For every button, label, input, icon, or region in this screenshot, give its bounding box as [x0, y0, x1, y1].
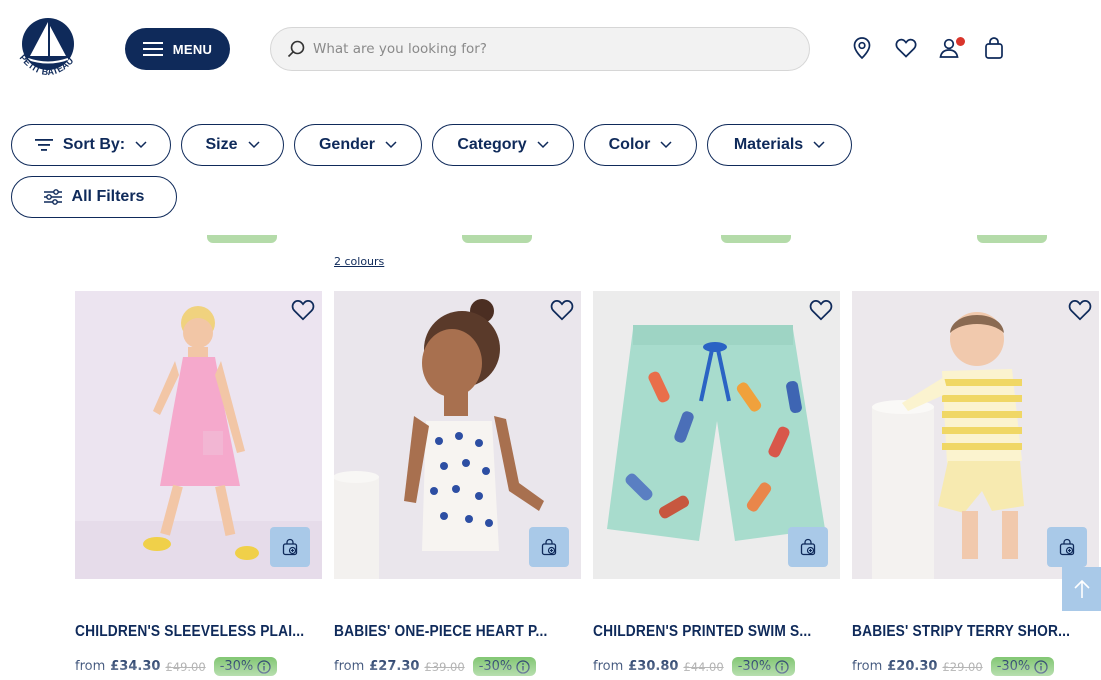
current-price: £30.80 [628, 659, 679, 674]
arrow-up-icon [1073, 579, 1090, 598]
current-price: £20.30 [887, 659, 938, 674]
color-filter-chip[interactable]: Color [584, 124, 697, 166]
site-header: PETIT BATEAU MENU [0, 0, 1101, 100]
product-card[interactable]: BABIES' ONE-PIECE HEART P... from £27.30… [334, 291, 581, 680]
original-price: £39.00 [424, 659, 465, 674]
chevron-down-icon [813, 141, 825, 149]
product-title[interactable]: BABIES' ONE-PIECE HEART P... [334, 623, 547, 641]
product-title[interactable]: CHILDREN'S SLEEVELESS PLAI... [75, 623, 304, 641]
product-card[interactable]: CHILDREN'S SLEEVELESS PLAI... from £34.3… [75, 291, 322, 680]
materials-filter-label: Materials [733, 136, 804, 153]
wishlist-heart-icon[interactable] [808, 297, 834, 323]
menu-button[interactable]: MENU [125, 28, 230, 70]
info-icon [1034, 659, 1048, 674]
info-icon [775, 659, 789, 674]
price-from-label: from [75, 659, 106, 674]
price-from-label: from [334, 659, 365, 674]
color-filter-label: Color [608, 136, 651, 153]
add-to-bag-button[interactable] [270, 527, 310, 567]
back-to-top-button[interactable] [1062, 567, 1101, 611]
discount-badge[interactable]: -30% [472, 657, 537, 676]
sliders-icon [43, 189, 62, 205]
original-price: £29.00 [942, 659, 983, 674]
bag-plus-icon [1059, 538, 1075, 556]
wishlist-heart-icon[interactable] [1067, 297, 1093, 323]
location-icon[interactable] [850, 36, 874, 60]
chevron-down-icon [660, 141, 672, 149]
add-to-bag-button[interactable] [788, 527, 828, 567]
sort-by-label: Sort By: [62, 136, 126, 153]
price-from-label: from [593, 659, 624, 674]
size-filter-chip[interactable]: Size [181, 124, 284, 166]
add-to-bag-button[interactable] [529, 527, 569, 567]
gender-filter-label: Gender [318, 136, 375, 153]
chevron-down-icon [385, 141, 397, 149]
size-filter-label: Size [205, 136, 238, 153]
discount-value: -30% [996, 659, 1031, 674]
chevron-down-icon [537, 141, 549, 149]
hamburger-icon [142, 42, 163, 56]
colours-link[interactable]: 2 colours [334, 255, 384, 268]
product-price: from £27.30 £39.00 -30% [334, 657, 537, 676]
search-icon [287, 40, 305, 58]
chevron-down-icon [247, 141, 260, 149]
brand-logo[interactable]: PETIT BATEAU [8, 10, 88, 88]
bag-plus-icon [541, 538, 557, 556]
search-bar[interactable] [270, 27, 810, 71]
sort-icon [34, 139, 53, 151]
product-title[interactable]: BABIES' STRIPY TERRY SHOR... [852, 623, 1070, 641]
discount-badge[interactable]: -30% [990, 657, 1055, 676]
product-price: from £20.30 £29.00 -30% [852, 657, 1055, 676]
discount-value: -30% [219, 659, 254, 674]
wishlist-heart-icon[interactable] [549, 297, 575, 323]
previous-row-discount-peek [207, 235, 277, 243]
discount-value: -30% [478, 659, 513, 674]
category-filter-chip[interactable]: Category [432, 124, 574, 166]
bag-icon[interactable] [982, 36, 1006, 60]
original-price: £49.00 [165, 659, 206, 674]
product-title[interactable]: CHILDREN'S PRINTED SWIM S... [593, 623, 811, 641]
chevron-down-icon [135, 141, 147, 149]
add-to-bag-button[interactable] [1047, 527, 1087, 567]
discount-value: -30% [737, 659, 772, 674]
materials-filter-chip[interactable]: Materials [707, 124, 852, 166]
category-filter-label: Category [457, 136, 527, 153]
previous-row-discount-peek [977, 235, 1047, 243]
notification-dot [956, 37, 965, 46]
gender-filter-chip[interactable]: Gender [294, 124, 422, 166]
current-price: £27.30 [369, 659, 420, 674]
bag-plus-icon [800, 538, 816, 556]
info-icon [257, 659, 271, 674]
product-card[interactable]: BABIES' STRIPY TERRY SHOR... from £20.30… [852, 291, 1099, 680]
heart-icon[interactable] [894, 36, 918, 60]
menu-label: MENU [172, 41, 213, 57]
discount-badge[interactable]: -30% [213, 657, 278, 676]
sort-by-chip[interactable]: Sort By: [11, 124, 171, 166]
all-filters-label: All Filters [71, 188, 145, 205]
current-price: £34.30 [110, 659, 161, 674]
bag-plus-icon [282, 538, 298, 556]
previous-row-discount-peek [462, 235, 532, 243]
product-price: from £34.30 £49.00 -30% [75, 657, 278, 676]
search-input[interactable] [313, 41, 783, 57]
info-icon [516, 659, 530, 674]
product-card[interactable]: CHILDREN'S PRINTED SWIM S... from £30.80… [593, 291, 840, 680]
product-price: from £30.80 £44.00 -30% [593, 657, 796, 676]
all-filters-chip[interactable]: All Filters [11, 176, 177, 218]
discount-badge[interactable]: -30% [731, 657, 796, 676]
previous-row-discount-peek [721, 235, 791, 243]
wishlist-heart-icon[interactable] [290, 297, 316, 323]
original-price: £44.00 [683, 659, 724, 674]
price-from-label: from [852, 659, 883, 674]
